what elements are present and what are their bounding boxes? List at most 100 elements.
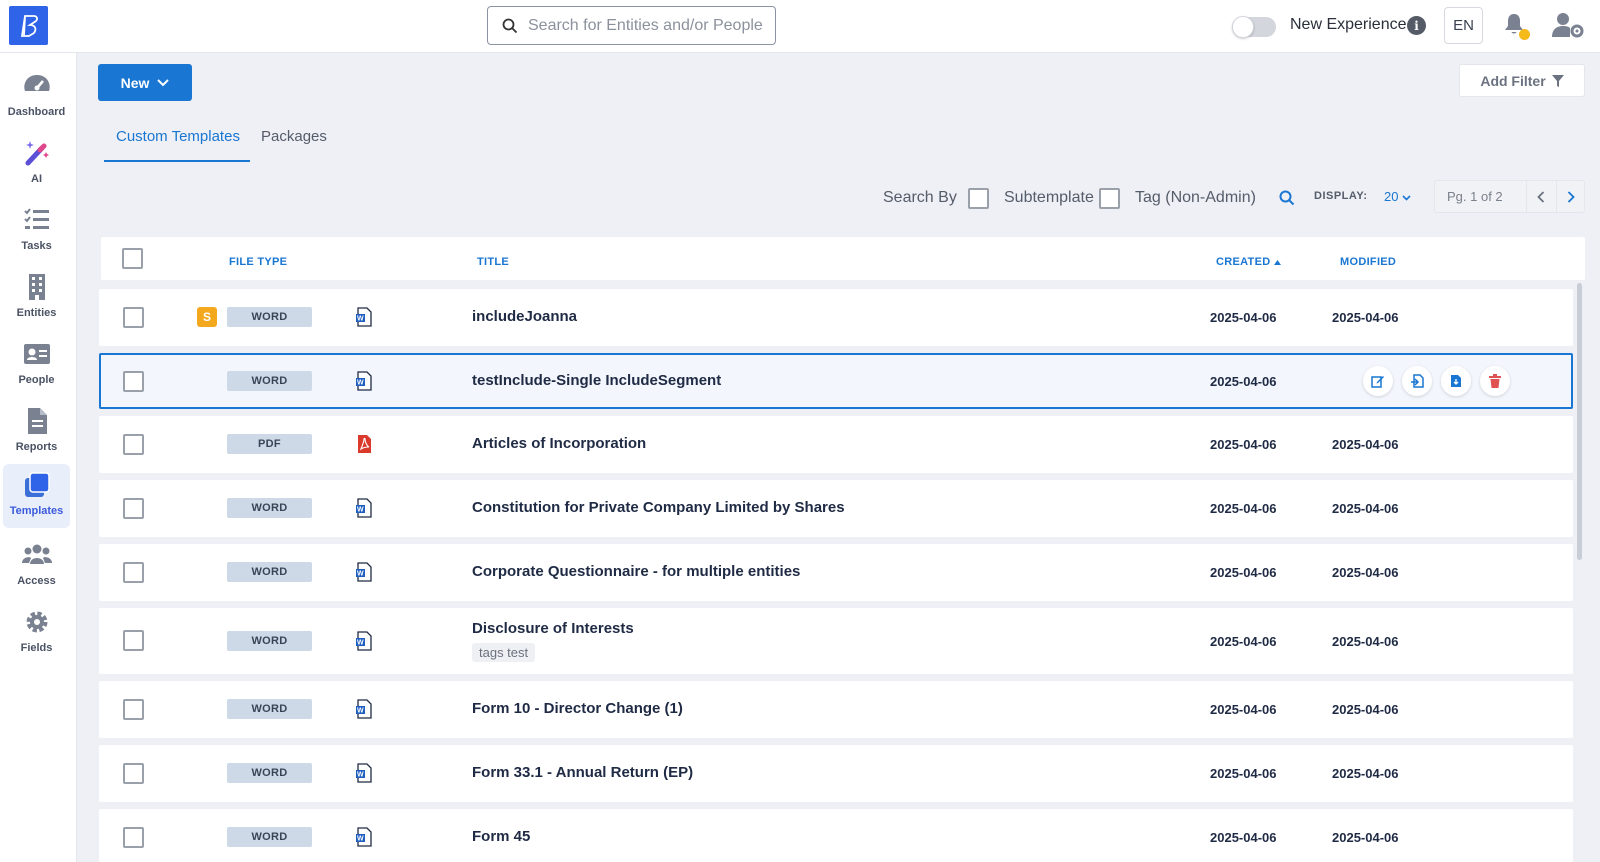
svg-text:W: W <box>357 772 364 779</box>
file-type-badge: WORD <box>227 631 312 651</box>
global-search[interactable] <box>487 6 776 45</box>
search-input[interactable] <box>528 16 768 35</box>
row-checkbox[interactable] <box>123 434 144 455</box>
template-title[interactable]: Constitution for Private Company Limited… <box>472 499 845 516</box>
row-checkbox[interactable] <box>123 763 144 784</box>
table-row[interactable]: WORD W Corporate Questionnaire - for mul… <box>99 544 1573 601</box>
task-list-icon <box>23 208 49 229</box>
edit-button[interactable] <box>1363 366 1393 396</box>
tab-packages[interactable]: Packages <box>261 128 327 145</box>
sidebar-item-people[interactable]: People <box>3 333 70 396</box>
download-button[interactable] <box>1441 366 1471 396</box>
row-checkbox[interactable] <box>123 307 144 328</box>
add-filter-button[interactable]: Add Filter <box>1459 64 1585 97</box>
column-created[interactable]: CREATED <box>1216 256 1281 268</box>
dashboard-gauge-icon <box>23 74 50 91</box>
search-icon <box>502 18 518 33</box>
row-checkbox[interactable] <box>123 630 144 651</box>
app-logo[interactable] <box>9 6 48 45</box>
template-title[interactable]: Disclosure of Interests <box>472 620 634 637</box>
sidebar-item-entities[interactable]: Entities <box>3 266 70 329</box>
pagination: Pg. 1 of 2 <box>1434 180 1585 213</box>
display-count-select[interactable]: 20 <box>1384 189 1411 204</box>
table-scrollbar[interactable] <box>1577 283 1582 560</box>
column-title[interactable]: TITLE <box>477 256 509 268</box>
sidebar-item-label: Fields <box>20 642 53 654</box>
sidebar-item-label: AI <box>31 173 42 185</box>
row-checkbox[interactable] <box>123 371 144 392</box>
sidebar-item-ai[interactable]: AI <box>3 132 70 195</box>
new-button[interactable]: New <box>98 64 192 101</box>
select-all-checkbox[interactable] <box>122 248 143 269</box>
table-row[interactable]: WORD W Constitution for Private Company … <box>99 480 1573 537</box>
chevron-down-icon <box>1402 195 1411 201</box>
created-date: 2025-04-06 <box>1210 766 1277 781</box>
sidebar-item-templates[interactable]: Templates <box>3 464 70 528</box>
template-title[interactable]: testInclude-Single IncludeSegment <box>472 372 721 389</box>
magic-wand-icon <box>25 141 49 166</box>
template-title[interactable]: Corporate Questionnaire - for multiple e… <box>472 563 800 580</box>
template-tag: tags test <box>472 643 536 662</box>
column-file-type[interactable]: FILE TYPE <box>229 256 287 268</box>
sidebar: Dashboard AI Tasks Entities People Repor… <box>0 53 77 862</box>
sidebar-item-fields[interactable]: Fields <box>3 601 70 664</box>
subtemplate-checkbox[interactable] <box>968 188 989 209</box>
row-actions <box>1363 366 1510 396</box>
sidebar-item-access[interactable]: Access <box>3 534 70 597</box>
search-icon[interactable] <box>1279 190 1295 206</box>
sidebar-item-label: Reports <box>15 441 58 453</box>
word-file-icon: W <box>356 827 372 847</box>
sidebar-item-label: People <box>18 374 55 386</box>
info-icon[interactable]: i <box>1407 16 1426 35</box>
chevron-down-icon <box>157 78 170 86</box>
column-modified[interactable]: MODIFIED <box>1340 256 1396 268</box>
table-row[interactable]: S WORD W includeJoanna 2025-04-06 2025-0… <box>99 289 1573 346</box>
table-row[interactable]: WORD W Form 45 2025-04-06 2025-04-06 <box>99 809 1573 862</box>
sidebar-item-label: Templates <box>9 505 64 517</box>
row-checkbox[interactable] <box>123 827 144 848</box>
chevron-right-icon <box>1567 190 1575 203</box>
file-type-badge: WORD <box>227 827 312 847</box>
svg-text:W: W <box>357 316 364 323</box>
notifications-button[interactable] <box>1502 12 1530 40</box>
svg-text:W: W <box>357 571 364 578</box>
row-checkbox[interactable] <box>123 498 144 519</box>
sidebar-item-tasks[interactable]: Tasks <box>3 199 70 262</box>
tab-custom-templates[interactable]: Custom Templates <box>116 128 240 145</box>
delete-button[interactable] <box>1480 366 1510 396</box>
next-page-button[interactable] <box>1556 181 1585 212</box>
word-file-icon: W <box>356 498 372 518</box>
table-row[interactable]: WORD W Form 33.1 - Annual Return (EP) 20… <box>99 745 1573 802</box>
table-row[interactable]: WORD W Disclosure of Interests tags test… <box>99 608 1573 674</box>
row-checkbox[interactable] <box>123 699 144 720</box>
sidebar-item-label: Access <box>17 575 56 587</box>
modified-date: 2025-04-06 <box>1332 437 1399 452</box>
toggle-knob <box>1232 16 1254 38</box>
template-title[interactable]: Form 10 - Director Change (1) <box>472 700 683 717</box>
chevron-left-icon <box>1537 190 1545 203</box>
table-row-selected[interactable]: WORD W testInclude-Single IncludeSegment… <box>99 353 1573 409</box>
filter-icon <box>1551 74 1564 87</box>
language-selector[interactable]: EN <box>1444 7 1483 44</box>
sidebar-item-reports[interactable]: Reports <box>3 400 70 463</box>
template-title[interactable]: Form 33.1 - Annual Return (EP) <box>472 764 693 781</box>
table-row[interactable]: PDF Articles of Incorporation 2025-04-06… <box>99 416 1573 473</box>
template-title[interactable]: Articles of Incorporation <box>472 435 646 452</box>
row-checkbox[interactable] <box>123 562 144 583</box>
import-button[interactable] <box>1402 366 1432 396</box>
active-tab-indicator <box>104 160 250 162</box>
user-settings-button[interactable] <box>1552 11 1584 39</box>
word-file-icon: W <box>356 763 372 783</box>
display-label: DISPLAY: <box>1314 190 1368 202</box>
table-row[interactable]: WORD W Form 10 - Director Change (1) 202… <box>99 681 1573 738</box>
template-title[interactable]: Form 45 <box>472 828 530 845</box>
file-type-badge: WORD <box>227 562 312 582</box>
new-experience-label: New Experience <box>1290 16 1407 33</box>
word-file-icon: W <box>356 307 372 327</box>
tag-checkbox[interactable] <box>1099 188 1120 209</box>
template-title[interactable]: includeJoanna <box>472 308 577 325</box>
new-experience-toggle[interactable] <box>1232 16 1276 38</box>
prev-page-button[interactable] <box>1526 181 1555 212</box>
file-type-badge: PDF <box>227 434 312 454</box>
sidebar-item-dashboard[interactable]: Dashboard <box>3 65 70 128</box>
